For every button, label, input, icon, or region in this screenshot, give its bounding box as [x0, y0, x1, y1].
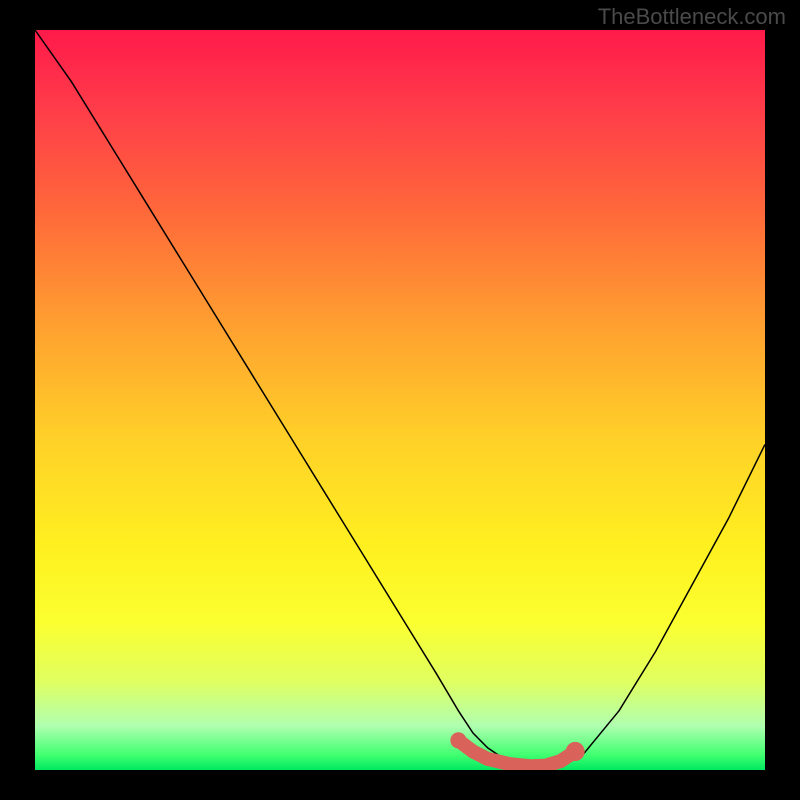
watermark-text: TheBottleneck.com — [598, 4, 786, 30]
main-curve-path — [35, 30, 765, 770]
chart-svg — [35, 30, 765, 770]
highlight-end-dot — [566, 742, 585, 761]
chart-plot-area — [35, 30, 765, 770]
highlight-path — [458, 740, 575, 766]
highlight-start-dot — [450, 732, 466, 748]
